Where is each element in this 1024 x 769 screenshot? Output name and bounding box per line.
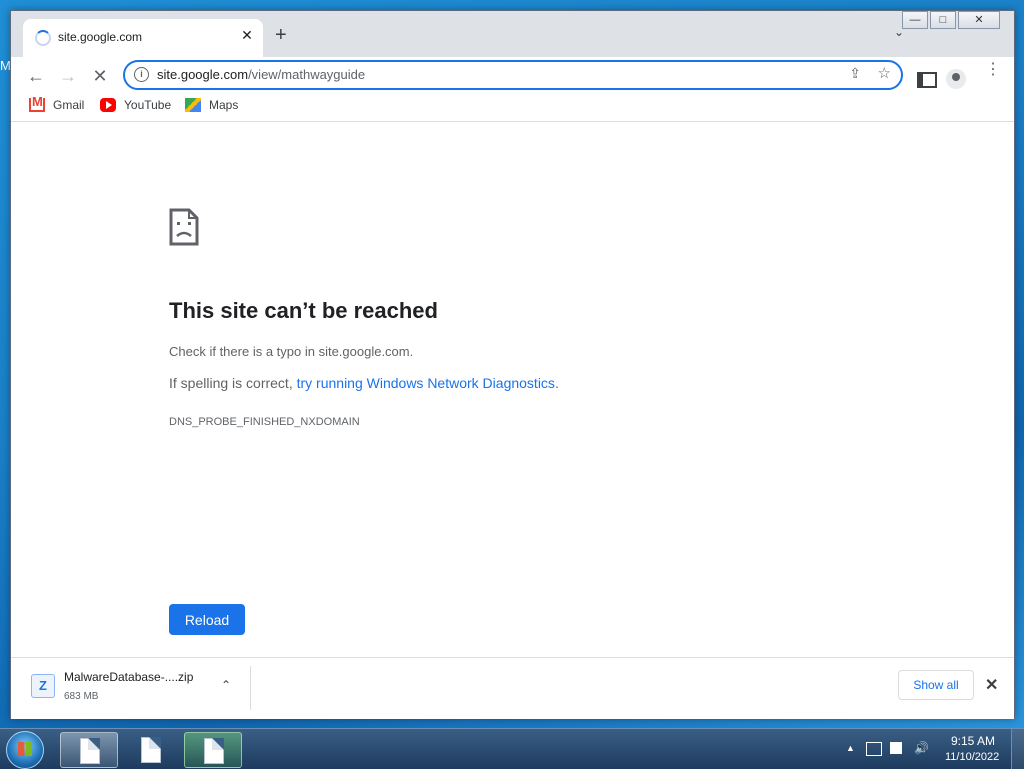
taskbar-item-3[interactable] <box>184 732 242 768</box>
address-url[interactable]: site.google.com/view/mathwayguide <box>157 67 365 82</box>
gmail-icon <box>29 94 45 112</box>
loading-spinner-icon <box>35 30 51 46</box>
download-file-name[interactable]: MalwareDatabase-....zip <box>64 670 193 684</box>
tray-expand-icon[interactable]: ▲ <box>846 743 855 753</box>
profile-avatar-icon[interactable] <box>946 69 966 89</box>
menu-dots-icon[interactable]: ⋮ <box>985 62 1001 78</box>
hint-prefix: If spelling is correct, <box>169 375 297 391</box>
sad-document-icon <box>169 208 199 246</box>
bookmark-gmail[interactable]: Gmail <box>29 94 85 112</box>
taskbar-item-1[interactable] <box>60 732 118 768</box>
tab-close-icon[interactable]: ✕ <box>239 27 255 43</box>
close-download-bar-icon[interactable]: ✕ <box>985 675 998 695</box>
url-host: site.google.com <box>157 67 249 82</box>
maximize-button[interactable]: □ <box>930 11 956 29</box>
minimize-button[interactable]: — <box>902 11 928 29</box>
window-caption-buttons: — □ ✕ <box>900 11 1000 29</box>
tab-title: site.google.com <box>58 30 143 44</box>
browser-window: site.google.com ✕ + ⌄ — □ ✕ ← → ✕ i site… <box>10 10 1015 719</box>
bookmark-label: Maps <box>209 98 239 112</box>
back-arrow-icon[interactable]: ← <box>25 65 47 87</box>
share-icon[interactable]: ⇪ <box>849 65 861 82</box>
browser-toolbar: ← → ✕ i site.google.com/view/mathwayguid… <box>11 57 1014 95</box>
show-all-button[interactable]: Show all <box>898 670 974 700</box>
url-path: /view/mathwayguide <box>248 67 366 82</box>
download-file-size: 683 MB <box>64 691 99 702</box>
error-title: This site can’t be reached <box>169 298 438 323</box>
bookmark-label: Gmail <box>53 98 85 112</box>
volume-icon[interactable]: 🔊 <box>914 741 929 755</box>
error-typo-hint: Check if there is a typo in site.google.… <box>169 344 414 359</box>
bookmark-maps[interactable]: Maps <box>185 98 238 112</box>
bookmarks-bar: Gmail YouTube Maps <box>11 94 1014 122</box>
taskbar: ▲ 🔊 9:15 AM 11/10/2022 <box>0 728 1024 769</box>
maps-icon <box>185 98 201 112</box>
address-bar[interactable]: i site.google.com/view/mathwayguide ⇪ ☆ <box>123 60 903 90</box>
action-center-flag-icon[interactable] <box>890 742 902 754</box>
bookmark-label: YouTube <box>124 98 172 112</box>
document-icon <box>204 738 224 764</box>
tab-site-google[interactable]: site.google.com ✕ <box>23 19 263 57</box>
error-diagnostics-hint: If spelling is correct, try running Wind… <box>169 375 559 391</box>
reload-button[interactable]: Reload <box>169 604 245 635</box>
stop-loading-icon[interactable]: ✕ <box>89 65 111 87</box>
new-tab-button[interactable]: + <box>275 25 287 45</box>
document-icon <box>141 737 161 763</box>
network-diagnostics-link[interactable]: try running Windows Network Diagnostics <box>297 375 555 391</box>
download-divider <box>250 666 251 710</box>
youtube-icon <box>100 98 116 112</box>
network-icon[interactable] <box>866 742 882 756</box>
error-code: DNS_PROBE_FINISHED_NXDOMAIN <box>169 416 360 428</box>
close-window-button[interactable]: ✕ <box>958 11 1000 29</box>
start-button[interactable] <box>6 731 44 769</box>
zip-file-icon: Z <box>31 674 55 698</box>
document-icon <box>80 738 100 764</box>
bookmark-youtube[interactable]: YouTube <box>100 98 171 112</box>
side-panel-icon[interactable] <box>917 72 937 88</box>
clock-date[interactable]: 11/10/2022 <box>945 751 999 763</box>
chevron-up-icon[interactable]: ⌃ <box>221 678 231 692</box>
download-bar: Z MalwareDatabase-....zip 683 MB ⌃ Show … <box>11 657 1014 719</box>
hint-suffix: . <box>554 375 559 391</box>
site-info-icon[interactable]: i <box>134 67 149 82</box>
clock-time[interactable]: 9:15 AM <box>951 734 995 748</box>
show-desktop-button[interactable] <box>1011 729 1024 769</box>
bookmark-star-icon[interactable]: ☆ <box>878 64 891 82</box>
tab-strip: site.google.com ✕ + ⌄ — □ ✕ <box>11 11 1014 57</box>
forward-arrow-icon[interactable]: → <box>57 65 79 87</box>
page-content: This site can’t be reached Check if ther… <box>11 122 1014 657</box>
taskbar-item-2[interactable] <box>122 732 178 766</box>
